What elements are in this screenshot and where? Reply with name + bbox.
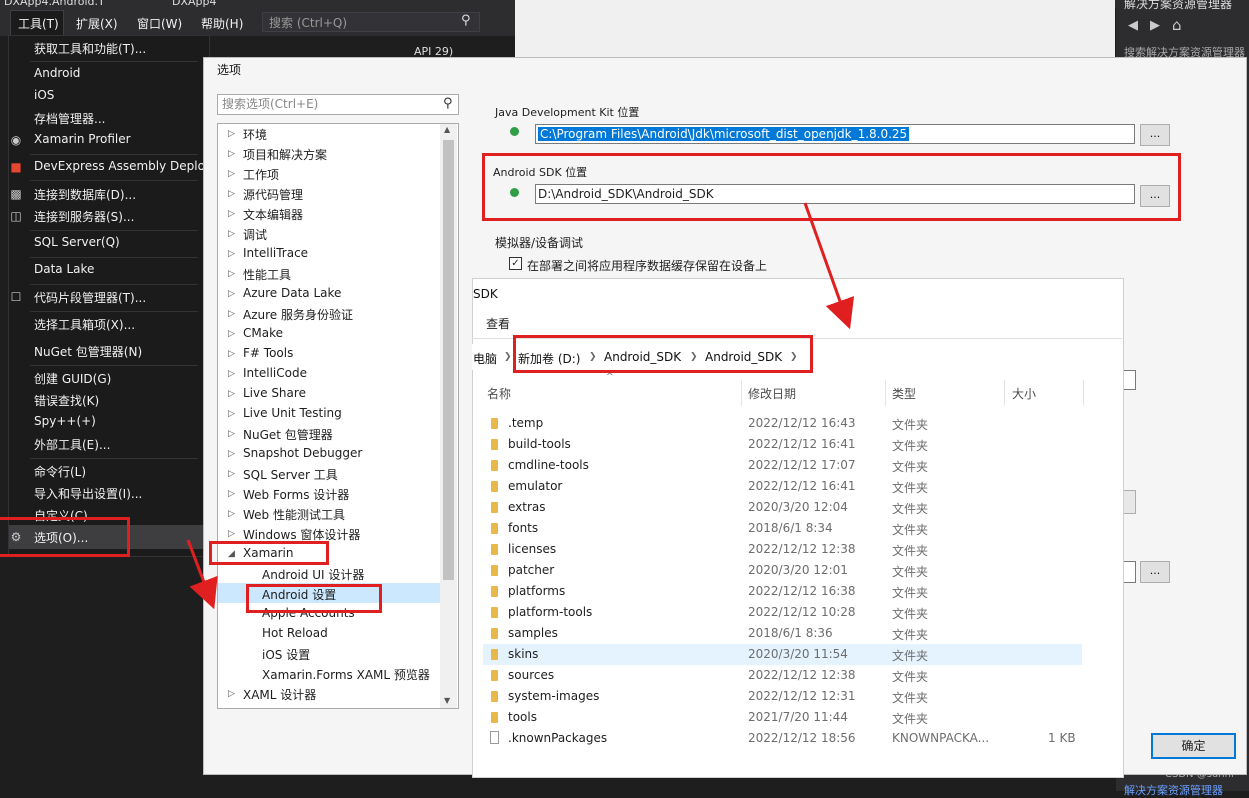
arrow-to-explorer — [803, 202, 855, 330]
arrow-to-xamarin — [186, 539, 218, 610]
annotation-arrows — [186, 202, 855, 610]
